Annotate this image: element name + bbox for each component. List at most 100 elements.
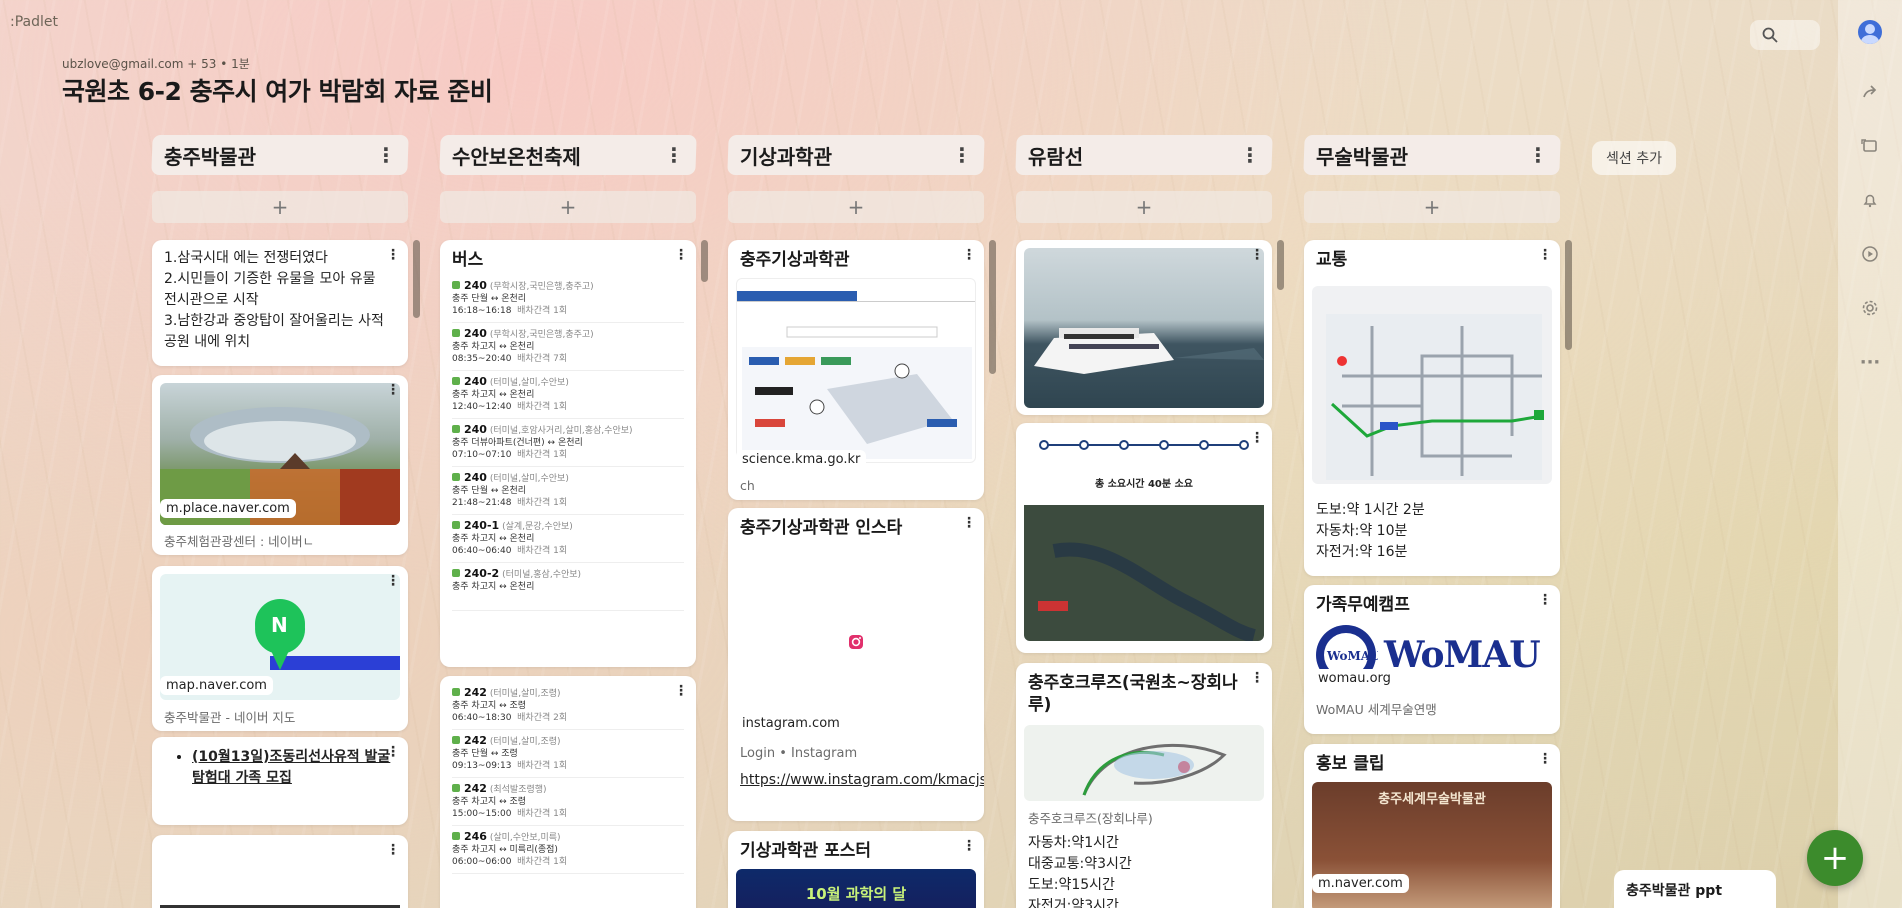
gear-icon[interactable]: [1856, 294, 1884, 322]
post-menu-icon[interactable]: ⋮: [386, 842, 400, 858]
add-post-button[interactable]: +: [440, 191, 696, 223]
bell-icon[interactable]: [1856, 186, 1884, 214]
search-button[interactable]: [1750, 20, 1820, 50]
column-menu-icon[interactable]: ⋮: [952, 143, 972, 167]
post-card-ppt[interactable]: 충주박물관 ppt: [1614, 870, 1776, 908]
column-menu-icon[interactable]: ⋮: [1528, 143, 1548, 167]
event-link[interactable]: (10월13일)조동리선사유적 발굴 탐험대 가족 모집: [192, 749, 390, 786]
post-card[interactable]: ⋮ 가족무예캠프 WoMAU WoMAU womau.org WoMAU 세계무…: [1304, 585, 1560, 734]
post-card[interactable]: ⋮ 버스 240 (무학시장,국민은행,충주고) 충주 단월 ↔ 온천리 16:18…: [440, 240, 696, 667]
column-title: 무술박물관: [1316, 144, 1408, 169]
travel-line: 도보:약15시간: [1028, 877, 1115, 893]
link-description: ch: [740, 478, 755, 493]
post-menu-icon[interactable]: ⋮: [1538, 247, 1552, 263]
post-card[interactable]: ⋮ 기상과학관 포스터 10월 과학의 달: [728, 831, 984, 908]
post-menu-icon[interactable]: ⋮: [386, 382, 400, 398]
bus-number: 240-1: [464, 519, 500, 532]
post-card[interactable]: ⋮ 총 소요시간 40분 소요: [1016, 423, 1272, 653]
bus-interval: 배차간격 1회: [517, 809, 568, 819]
bus-time: 16:18~16:18: [452, 306, 512, 316]
scrollbar[interactable]: [701, 240, 708, 282]
add-section-button[interactable]: 섹션 추가: [1592, 141, 1676, 175]
post-menu-icon[interactable]: ⋮: [386, 573, 400, 589]
add-post-button[interactable]: +: [1304, 191, 1560, 223]
travel-line: 자전거:약 16분: [1316, 544, 1408, 560]
slideshow-icon[interactable]: [1856, 132, 1884, 160]
share-icon[interactable]: [1856, 78, 1884, 106]
post-card[interactable]: ⋮: [152, 835, 408, 908]
post-card[interactable]: ⋮ 242 (터미널,살미,조령) 충주 차고지 ↔ 조령 06:40~18:30 …: [440, 676, 696, 908]
add-post-button[interactable]: +: [152, 191, 408, 223]
add-post-button[interactable]: +: [728, 191, 984, 223]
post-card[interactable]: ⋮ 충주기상과학관 인스타 instagram.com Login • Inst…: [728, 508, 984, 821]
post-card[interactable]: ⋮ 교통 도보:약 1시간 2분 자동차:약 10분 자전거:약 16분: [1304, 240, 1560, 576]
column-menu-icon[interactable]: ⋮: [664, 143, 684, 167]
scrollbar[interactable]: [1565, 240, 1572, 350]
post-card[interactable]: ⋮ 충주호크루즈(국원초~장회나루) 충주호크루즈(장회나루) 자동차:약1시간…: [1016, 663, 1272, 908]
bus-via: (터미널,홍삼,수안보): [502, 570, 582, 580]
bus-number: 242: [464, 734, 487, 747]
post-menu-icon[interactable]: ⋮: [674, 683, 688, 699]
play-icon[interactable]: [1856, 240, 1884, 268]
bus-icon: [452, 281, 460, 289]
post-menu-icon[interactable]: ⋮: [386, 247, 400, 263]
link-description: 충주박물관 - 네이버 지도: [164, 710, 296, 725]
directions-map: [1312, 286, 1552, 484]
column-cruise: 유람선 ⋮ + ⋮ ⋮ 총 소요시간 40분 소요 ⋮ 충주호크루즈(국원초~장회…: [1015, 135, 1273, 908]
bus-via: (살계,문강,수안보): [502, 522, 573, 532]
column-menu-icon[interactable]: ⋮: [376, 143, 396, 167]
bus-time: 15:00~15:00: [452, 809, 512, 819]
post-menu-icon[interactable]: ⋮: [1250, 430, 1264, 446]
post-menu-icon[interactable]: ⋮: [1250, 670, 1264, 686]
bus-route: 충주 차고지 ↔ 조령: [452, 701, 527, 711]
add-post-fab[interactable]: +: [1807, 830, 1863, 886]
post-menu-icon[interactable]: ⋮: [1250, 247, 1264, 263]
post-menu-icon[interactable]: ⋮: [962, 247, 976, 263]
avatar[interactable]: [1858, 20, 1882, 44]
bus-time: 06:00~06:00: [452, 857, 512, 867]
post-card[interactable]: ⋮ (10월13일)조동리선사유적 발굴 탐험대 가족 모집: [152, 737, 408, 825]
post-menu-icon[interactable]: ⋮: [1538, 592, 1552, 608]
column-header: 무술박물관 ⋮: [1303, 135, 1561, 175]
bus-number: 242: [464, 782, 487, 795]
post-menu-icon[interactable]: ⋮: [962, 838, 976, 854]
column-menu-icon[interactable]: ⋮: [1240, 143, 1260, 167]
link-domain: map.naver.com: [160, 676, 273, 695]
svg-text:WoMAU: WoMAU: [1326, 649, 1378, 663]
bus-via: (터미널,호암사거리,살미,홍삼,수안보): [489, 426, 633, 436]
add-post-button[interactable]: +: [1016, 191, 1272, 223]
padlet-logo[interactable]: :Padlet: [10, 14, 58, 30]
scrollbar[interactable]: [1277, 240, 1284, 290]
post-card[interactable]: ⋮ 홍보 클립 충주세계무술박물관 m.naver.com: [1304, 744, 1560, 908]
bus-time: 07:10~07:10: [452, 450, 512, 460]
post-card[interactable]: ⋮ 1.삼국시대 에는 전쟁터였다 2.시민들이 기증한 유물을 모아 유물 전…: [152, 240, 408, 366]
bus-icon: [452, 569, 460, 577]
post-menu-icon[interactable]: ⋮: [962, 515, 976, 531]
column-header: 기상과학관 ⋮: [727, 135, 985, 175]
more-icon[interactable]: ···: [1856, 348, 1884, 376]
post-card[interactable]: ⋮ 충주기상과학관 science.kma.go.kr ch: [728, 240, 984, 500]
post-title: 충주호크루즈(국원초~장회나루): [1028, 673, 1238, 715]
bus-route: 충주 차고지 ↔ 온천리: [452, 390, 535, 400]
bus-list: 240 (무학시장,국민은행,충주고) 충주 단월 ↔ 온천리 16:18~16:1…: [440, 275, 696, 611]
post-menu-icon[interactable]: ⋮: [386, 744, 400, 760]
poster-text: 10월 과학의 달: [805, 885, 907, 903]
post-card[interactable]: ⋮ N map.naver.com 충주박물관 - 네이버 지도: [152, 566, 408, 731]
post-menu-icon[interactable]: ⋮: [674, 247, 688, 263]
scrollbar[interactable]: [413, 240, 420, 318]
bus-number: 240: [464, 375, 487, 388]
post-menu-icon[interactable]: ⋮: [1538, 751, 1552, 767]
post-card[interactable]: ⋮ m.place.naver.com 충주체험관광센터 : 네이버ㄴ: [152, 375, 408, 555]
bus-icon: [452, 784, 460, 792]
bus-route: 충주 단월 ↔ 온천리: [452, 486, 527, 496]
instagram-link[interactable]: https://www.instagram.com/kmacjsci/: [728, 766, 984, 795]
scrollbar[interactable]: [989, 240, 996, 374]
bus-interval: 배차간격 1회: [517, 761, 568, 771]
bus-entry: 242 (터미널,살미,조령) 충주 차고지 ↔ 조령 06:40~18:30 배차…: [452, 682, 684, 730]
column-science: 기상과학관 ⋮ + ⋮ 충주기상과학관 science.kma.go.kr ch …: [727, 135, 985, 908]
bus-route: 충주 단월 ↔ 조령: [452, 749, 518, 759]
bus-icon: [452, 736, 460, 744]
column-title: 충주박물관: [164, 144, 256, 169]
post-card[interactable]: ⋮: [1016, 240, 1272, 415]
bus-time: 12:40~12:40: [452, 402, 512, 412]
